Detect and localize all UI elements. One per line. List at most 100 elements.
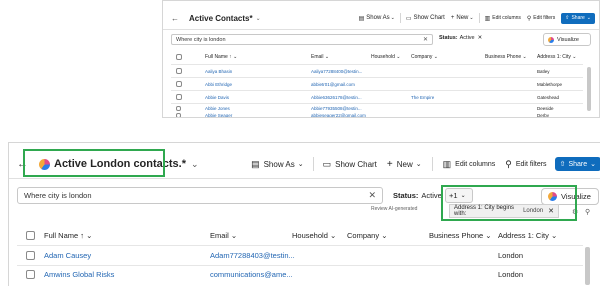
chevron-down-icon[interactable]: ⌄ bbox=[191, 159, 199, 170]
column-header-household[interactable]: Household ⌄ bbox=[371, 54, 401, 60]
row-full-name[interactable]: Aaliya Bhasin bbox=[205, 69, 232, 74]
row-checkbox[interactable] bbox=[176, 106, 181, 111]
row-full-name[interactable]: Amwins Global Risks bbox=[44, 270, 114, 279]
column-header-email[interactable]: Email ⌄ bbox=[311, 54, 329, 60]
row-city: Mablethorpe bbox=[537, 82, 563, 87]
row-checkbox[interactable] bbox=[26, 251, 35, 260]
divider bbox=[399, 13, 401, 23]
divider bbox=[312, 157, 314, 171]
edit-filters-button[interactable]: Edit filters bbox=[533, 15, 555, 21]
column-header-household[interactable]: Household ⌄ bbox=[292, 231, 336, 240]
row-email[interactable]: Abbie77935508@testin... bbox=[311, 106, 362, 111]
chevron-down-icon: ⌄ bbox=[415, 161, 422, 168]
pin-icon[interactable]: ⚲ bbox=[585, 208, 590, 216]
row-city: Gateshead bbox=[537, 95, 560, 100]
row-city: London bbox=[498, 270, 524, 279]
copilot-icon bbox=[548, 36, 554, 43]
row-checkbox[interactable] bbox=[176, 94, 182, 100]
show-chart-button[interactable]: Show Chart bbox=[335, 160, 377, 169]
vertical-scrollbar[interactable] bbox=[587, 67, 591, 111]
clear-icon[interactable]: ✕ bbox=[368, 190, 376, 201]
table-row[interactable]: Abbie Jones Abbie77935508@testin... Dees… bbox=[163, 105, 583, 112]
row-divider bbox=[17, 265, 583, 266]
column-header-full-name[interactable]: Full Name ↑ ⌄ bbox=[44, 231, 92, 240]
row-checkbox[interactable] bbox=[176, 68, 182, 74]
search-input[interactable]: Where city is london ✕ bbox=[171, 34, 433, 45]
new-button[interactable]: New bbox=[397, 160, 413, 169]
row-divider bbox=[171, 90, 583, 91]
row-city: Batley bbox=[537, 69, 550, 74]
share-button[interactable]: ⇧ Share ⌄ bbox=[561, 12, 595, 24]
row-divider bbox=[171, 103, 583, 104]
divider bbox=[431, 157, 433, 171]
column-header-business-phone[interactable]: Business Phone ⌄ bbox=[485, 54, 527, 60]
share-button[interactable]: ⇧ Share ⌄ bbox=[554, 157, 600, 171]
status-label: Status: bbox=[393, 191, 419, 200]
toolbar-divider bbox=[9, 178, 600, 179]
row-company[interactable]: The Empire bbox=[411, 95, 434, 100]
table-row[interactable]: Abbie Davis Abbie63626178@testin... The … bbox=[163, 93, 583, 103]
row-checkbox[interactable] bbox=[176, 113, 181, 117]
show-chart-button[interactable]: Show Chart bbox=[414, 15, 445, 21]
column-header-business-phone[interactable]: Business Phone ⌄ bbox=[429, 231, 492, 240]
column-header-email[interactable]: Email ⌄ bbox=[210, 231, 237, 240]
select-all-checkbox[interactable] bbox=[176, 54, 182, 60]
row-email[interactable]: abbieseager22@gmail.com bbox=[311, 113, 366, 117]
table-row[interactable]: Adam Causey Adam77288403@testin... Londo… bbox=[9, 249, 583, 263]
row-divider bbox=[171, 77, 583, 78]
new-button[interactable]: New bbox=[456, 15, 468, 21]
row-email[interactable]: abbietr01@gmail.com bbox=[311, 82, 355, 87]
edit-columns-button[interactable]: Edit columns bbox=[492, 15, 521, 21]
row-full-name[interactable]: Abbie Seager bbox=[205, 113, 232, 117]
row-email[interactable]: Aaliya77288400@testin... bbox=[311, 69, 362, 74]
columns-icon: ▥ bbox=[484, 15, 491, 22]
filter-icon: ⚲ bbox=[526, 15, 532, 22]
table-row[interactable]: Abbie Seager abbieseager22@gmail.com Der… bbox=[163, 112, 583, 118]
table-row[interactable]: Abbi Ethridge abbietr01@gmail.com Mablet… bbox=[163, 80, 583, 90]
columns-icon: ▥ bbox=[442, 158, 452, 169]
column-header-company[interactable]: Company ⌄ bbox=[347, 231, 387, 240]
clear-icon[interactable]: ✕ bbox=[423, 36, 428, 43]
status-value: Active bbox=[421, 191, 442, 200]
row-full-name[interactable]: Abbie Davis bbox=[205, 95, 229, 100]
search-input[interactable]: Where city is london ✕ bbox=[17, 187, 383, 204]
edit-columns-button[interactable]: Edit columns bbox=[455, 161, 495, 168]
edit-filters-button[interactable]: Edit filters bbox=[516, 161, 547, 168]
show-as-button[interactable]: Show As bbox=[366, 15, 389, 21]
share-icon: ⇧ bbox=[565, 15, 570, 21]
column-header-full-name[interactable]: Full Name ↑ ⌄ bbox=[205, 54, 237, 60]
filter-highlight bbox=[441, 185, 577, 221]
view-title[interactable]: Active Contacts* bbox=[189, 14, 253, 23]
status-label: Status: bbox=[439, 35, 458, 41]
chart-icon: ▭ bbox=[322, 158, 332, 169]
row-email[interactable]: Abbie63626178@testin... bbox=[311, 95, 362, 100]
show-as-button[interactable]: Show As bbox=[264, 160, 295, 169]
row-city: Derby bbox=[537, 113, 550, 118]
chevron-down-icon[interactable]: ⌄ bbox=[256, 15, 261, 22]
chevron-down-icon: ⌄ bbox=[469, 15, 474, 21]
plus-icon: + bbox=[386, 158, 393, 170]
table-row[interactable]: Amwins Global Risks communications@ame..… bbox=[9, 268, 583, 282]
back-arrow-icon[interactable]: ← bbox=[171, 14, 181, 23]
remove-filter-icon[interactable]: ✕ bbox=[478, 35, 483, 41]
chevron-down-icon: ⌄ bbox=[590, 161, 596, 168]
column-header-company[interactable]: Company ⌄ bbox=[411, 54, 438, 60]
filter-icon: ⚲ bbox=[505, 158, 512, 169]
row-checkbox[interactable] bbox=[176, 81, 182, 87]
row-email[interactable]: communications@ame... bbox=[210, 270, 293, 279]
title-highlight bbox=[23, 149, 165, 177]
column-header-city[interactable]: Address 1: City ⌄ bbox=[537, 54, 577, 60]
chevron-down-icon: ⌄ bbox=[586, 15, 591, 21]
vertical-scrollbar[interactable] bbox=[585, 247, 590, 285]
row-email[interactable]: Adam77288403@testin... bbox=[210, 251, 295, 260]
divider bbox=[478, 13, 480, 23]
row-full-name[interactable]: Abbie Jones bbox=[205, 106, 230, 111]
row-checkbox[interactable] bbox=[26, 270, 35, 279]
column-header-city[interactable]: Address 1: City ⌄ bbox=[498, 231, 557, 240]
select-all-checkbox[interactable] bbox=[26, 231, 35, 240]
visualize-button[interactable]: Visualize bbox=[543, 33, 591, 46]
table-row[interactable]: Aaliya Bhasin Aaliya77288400@testin... B… bbox=[163, 67, 583, 77]
row-full-name[interactable]: Adam Causey bbox=[44, 251, 91, 260]
row-full-name[interactable]: Abbi Ethridge bbox=[205, 82, 232, 87]
show-as-icon: ▤ bbox=[251, 158, 260, 169]
